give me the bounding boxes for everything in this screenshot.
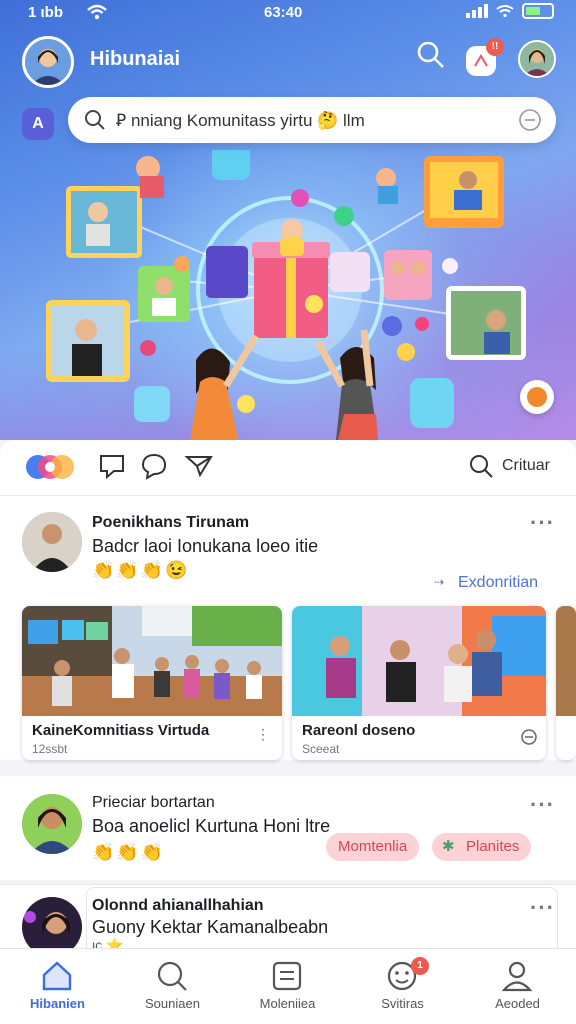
post-reactions[interactable]: 👏👏👏😉 [92,560,190,581]
bottom-tab-bar: Hibanien Souniaen Moleniiea 1 Svitiras A… [0,948,576,1024]
media-caption: KaineKomnitiass Virtuda [32,722,210,739]
media-card[interactable]: KaineKomnitiass Virtuda 12ssbt ⋮ [22,606,282,760]
post-card: Poenikhans Tirunam Badcr laoi Ionukana l… [0,496,576,760]
search-tab-icon [157,961,187,991]
post-avatar[interactable] [22,794,82,854]
post-more-button[interactable]: ··· [530,895,555,921]
status-right [466,3,554,19]
clear-icon[interactable] [518,108,542,132]
plant-icon: ✱ [442,838,455,855]
tab-label: Souniaen [145,996,200,1011]
tab-label: Aeoded [495,996,540,1011]
post-text: Boa anoelicl Kurtuna Honi ltre [92,816,331,836]
action-bar: Crituar [0,440,576,496]
search-feed-icon[interactable] [468,453,494,479]
tag-chip-label: Planites [466,838,520,855]
search-bar[interactable]: Ꝑ nniang Komunitass yirtu 🤔 llm [68,97,556,143]
tab-messages[interactable]: Moleniiea [230,949,345,1024]
create-post-button[interactable] [520,380,554,414]
media-subcaption: 12ssbt [32,742,68,756]
media-clock-icon[interactable] [520,728,538,746]
tag-chip[interactable]: Momtenlia [326,833,420,861]
media-photo [292,606,546,716]
search-input-icon [85,110,105,130]
user-avatar[interactable] [22,36,74,88]
post-text: Guony Kektar Kamanalbeabn [92,917,329,937]
post-more-button[interactable]: ··· [530,510,555,536]
hero-banner: 1 ιbb 63:40 Hibunaiai !! A Ꝑ nniang Komu… [0,0,576,440]
wifi-small-icon [496,5,514,18]
tab-profile[interactable]: Aeoded [460,949,576,1024]
post-text: Badcr laoi Ionukana loeo itie [92,536,319,556]
stories-icon[interactable] [24,452,76,482]
cell-signal-icon [466,4,488,18]
comment-icon[interactable] [140,452,168,480]
link-arrow-icon: ⇢ [434,575,445,589]
tab-activity[interactable]: 1 Svitiras [345,949,460,1024]
post-avatar[interactable] [22,897,82,948]
tab-label: Svitiras [381,996,424,1011]
side-badge[interactable]: A [22,108,54,140]
chat-square-icon[interactable] [98,452,126,480]
wifi-icon [87,4,107,20]
app-title: Hibunaiai [90,48,181,70]
notification-icon[interactable]: !! [466,38,504,76]
media-card[interactable]: Rareonl doseno Sceeat [292,606,546,760]
status-bar: 1 ιbb 63:40 [0,0,576,28]
post-more-button[interactable]: ··· [530,792,555,818]
post-reactions[interactable]: 👏👏👏 [92,842,165,863]
post-author[interactable]: Olonnd ahianallhahian [92,897,264,915]
media-caption: Rareonl doseno [302,722,416,739]
post-meta: ιc ⭐ [92,937,124,948]
tab-home[interactable]: Hibanien [0,949,115,1024]
activity-badge: 1 [411,957,429,975]
user-icon [501,961,533,992]
media-subcaption: Sceeat [302,742,340,756]
media-photo [556,606,576,716]
send-icon[interactable] [184,452,214,480]
notification-badge: !! [486,38,504,56]
media-photo [22,606,282,716]
profile-avatar[interactable] [518,40,556,78]
status-time: 63:40 [264,4,303,21]
search-input[interactable]: Ꝑ nniang Komunitass yirtu 🤔 llm [116,111,365,131]
media-card-peek[interactable] [556,606,576,760]
post-card: Olonnd ahianallhahian Guony Kektar Kaman… [0,884,576,948]
post-author[interactable]: Prieciar bortartan [92,794,215,812]
battery-icon [522,3,554,19]
tag-chip[interactable]: ✱ Planites [432,833,532,861]
home-icon [42,961,72,991]
search-icon[interactable] [416,40,446,70]
list-icon [272,961,302,991]
post-avatar[interactable] [22,512,82,572]
post-author[interactable]: Poenikhans Tirunam [92,514,249,532]
community-illustration [46,150,526,440]
media-options-button[interactable]: ⋮ [256,726,270,743]
search-feed-label[interactable]: Crituar [502,457,550,475]
status-signal-text: 1 ιbb [28,4,64,21]
tab-search[interactable]: Souniaen [115,949,230,1024]
post-card: Prieciar bortartan Boa anoelicl Kurtuna … [0,776,576,880]
tab-label: Hibanien [30,996,85,1011]
post-link[interactable]: Exdonritian [458,574,538,592]
tab-label: Moleniiea [259,996,316,1011]
